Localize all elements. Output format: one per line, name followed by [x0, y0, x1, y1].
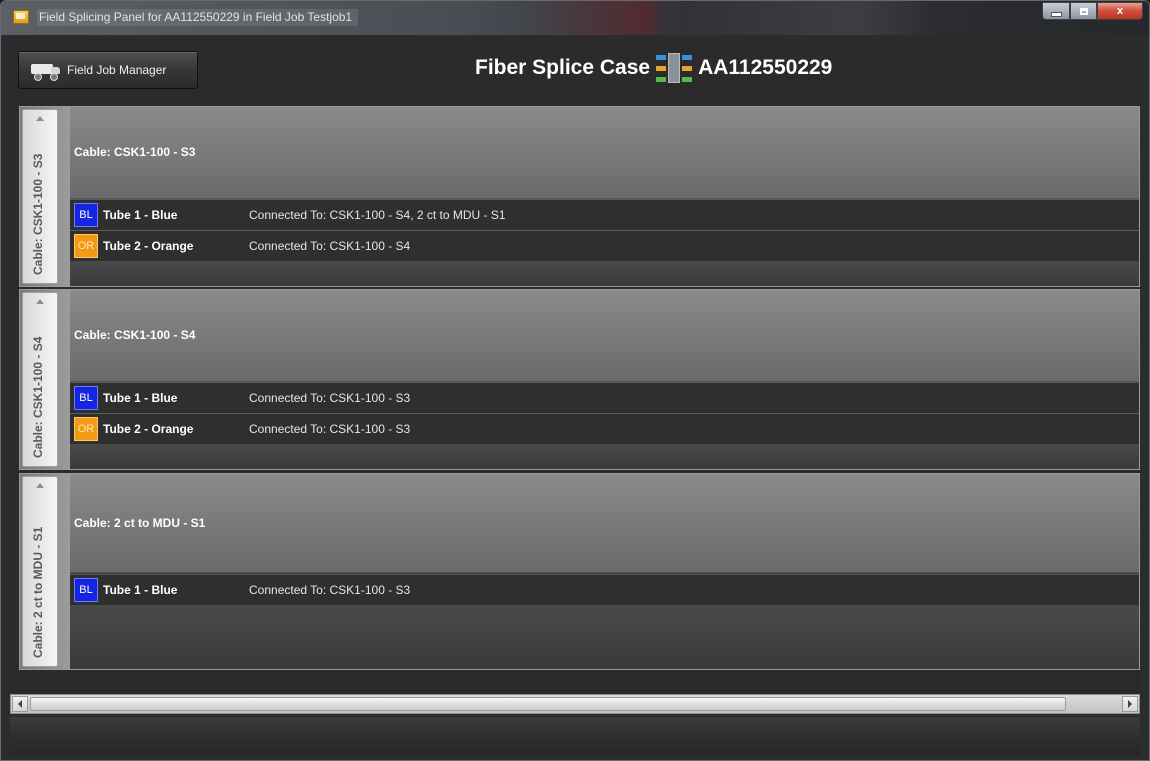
collapse-arrow-icon[interactable] — [36, 116, 44, 121]
cable-group: Cable: CSK1-100 - S3 Cable: CSK1-100 - S… — [19, 106, 1140, 287]
maximize-button[interactable] — [1070, 2, 1097, 20]
maximize-icon — [1079, 7, 1088, 15]
collapse-arrow-icon[interactable] — [36, 483, 44, 488]
cable-name: Cable: CSK1-100 - S4 — [74, 328, 196, 342]
field-job-manager-button[interactable]: Field Job Manager — [18, 51, 198, 89]
tube-color-badge: BL — [74, 203, 98, 227]
page-title-prefix: Fiber Splice Case — [475, 56, 651, 79]
close-icon: x — [1116, 5, 1124, 17]
cable-name: Cable: 2 ct to MDU - S1 — [74, 516, 206, 530]
horizontal-scrollbar[interactable] — [10, 694, 1140, 714]
tube-color-badge: BL — [74, 386, 98, 410]
cable-header[interactable]: Cable: CSK1-100 - S4 — [70, 290, 1139, 382]
cable-expander-tab[interactable]: Cable: CSK1-100 - S3 — [22, 109, 58, 284]
cable-group: Cable: 2 ct to MDU - S1 Cable: 2 ct to M… — [19, 473, 1140, 670]
tube-color-badge: OR — [74, 417, 98, 441]
cable-name: Cable: CSK1-100 - S3 — [74, 145, 196, 159]
cable-expander-tab[interactable]: Cable: 2 ct to MDU - S1 — [22, 476, 58, 667]
status-bar — [10, 717, 1140, 755]
cable-group-footer — [70, 605, 1139, 669]
minimize-icon — [1051, 12, 1061, 16]
scrollbar-thumb[interactable] — [30, 697, 1066, 711]
tube-color-badge: BL — [74, 578, 98, 602]
tube-name: Tube 1 - Blue — [103, 208, 178, 222]
scroll-right-button[interactable] — [1122, 696, 1138, 712]
chevron-right-icon — [1128, 700, 1132, 708]
title-bar[interactable]: Field Splicing Panel for AA112550229 in … — [1, 1, 1149, 35]
cable-side-label: Cable: CSK1-100 - S3 — [31, 153, 45, 275]
close-button[interactable]: x — [1097, 2, 1143, 20]
cable-side-label: Cable: CSK1-100 - S4 — [31, 336, 45, 458]
tube-row[interactable]: BL Tube 1 - Blue Connected To: CSK1-100 … — [70, 382, 1139, 413]
tube-name: Tube 2 - Orange — [103, 239, 194, 253]
app-icon — [13, 10, 29, 24]
cable-group-footer — [70, 261, 1139, 286]
collapse-arrow-icon[interactable] — [36, 299, 44, 304]
tube-name: Tube 1 - Blue — [103, 391, 178, 405]
cable-side-label: Cable: 2 ct to MDU - S1 — [31, 526, 45, 658]
tube-color-badge: OR — [74, 234, 98, 258]
tube-row[interactable]: BL Tube 1 - Blue Connected To: CSK1-100 … — [70, 199, 1139, 230]
header-bar: Field Job Manager Fiber Splice Case AA11… — [10, 37, 1140, 101]
app-window: Field Splicing Panel for AA112550229 in … — [0, 0, 1150, 761]
tube-row[interactable]: OR Tube 2 - Orange Connected To: CSK1-10… — [70, 230, 1139, 261]
tube-name: Tube 2 - Orange — [103, 422, 194, 436]
cable-list[interactable]: Cable: CSK1-100 - S3 Cable: CSK1-100 - S… — [10, 102, 1140, 692]
window-controls: x — [1042, 2, 1143, 22]
tube-name: Tube 1 - Blue — [103, 583, 178, 597]
chevron-left-icon — [18, 700, 22, 708]
minimize-button[interactable] — [1042, 2, 1070, 20]
window-title: Field Splicing Panel for AA112550229 in … — [37, 9, 359, 26]
tube-row[interactable]: OR Tube 2 - Orange Connected To: CSK1-10… — [70, 413, 1139, 444]
splice-case-icon — [656, 49, 693, 87]
tube-connection: Connected To: CSK1-100 - S3 — [249, 583, 411, 597]
page-title: Fiber Splice Case AA112550229 — [475, 53, 832, 83]
cable-group: Cable: CSK1-100 - S4 Cable: CSK1-100 - S… — [19, 289, 1140, 470]
cable-header[interactable]: Cable: 2 ct to MDU - S1 — [70, 474, 1139, 573]
cable-header[interactable]: Cable: CSK1-100 - S3 — [70, 107, 1139, 199]
tube-connection: Connected To: CSK1-100 - S3 — [249, 422, 411, 436]
tube-row[interactable]: BL Tube 1 - Blue Connected To: CSK1-100 … — [70, 574, 1139, 605]
cable-group-footer — [70, 444, 1139, 469]
tube-connection: Connected To: CSK1-100 - S4, 2 ct to MDU… — [249, 208, 506, 222]
truck-icon — [31, 61, 61, 81]
tube-connection: Connected To: CSK1-100 - S4 — [249, 239, 411, 253]
tube-connection: Connected To: CSK1-100 - S3 — [249, 391, 411, 405]
cable-expander-tab[interactable]: Cable: CSK1-100 - S4 — [22, 292, 58, 467]
case-id: AA112550229 — [698, 56, 833, 79]
field-job-manager-label: Field Job Manager — [67, 63, 167, 77]
scroll-left-button[interactable] — [12, 696, 28, 712]
